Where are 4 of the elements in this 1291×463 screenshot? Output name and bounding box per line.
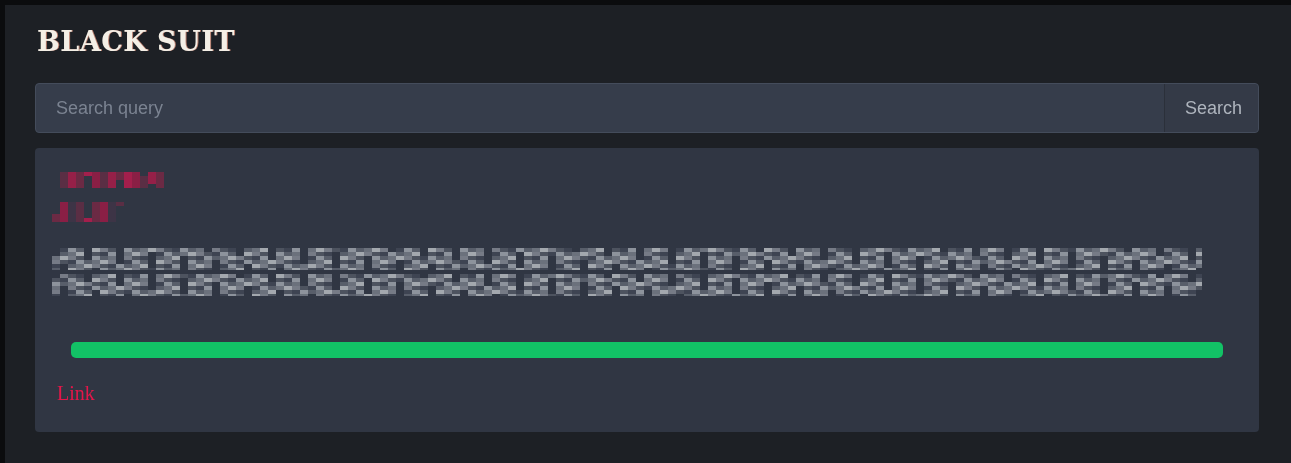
search-button[interactable]: Search bbox=[1163, 84, 1258, 132]
site-title: BLACK SUIT bbox=[37, 25, 235, 59]
search-field[interactable]: Search query Search bbox=[35, 83, 1259, 133]
redacted-text bbox=[52, 202, 124, 222]
